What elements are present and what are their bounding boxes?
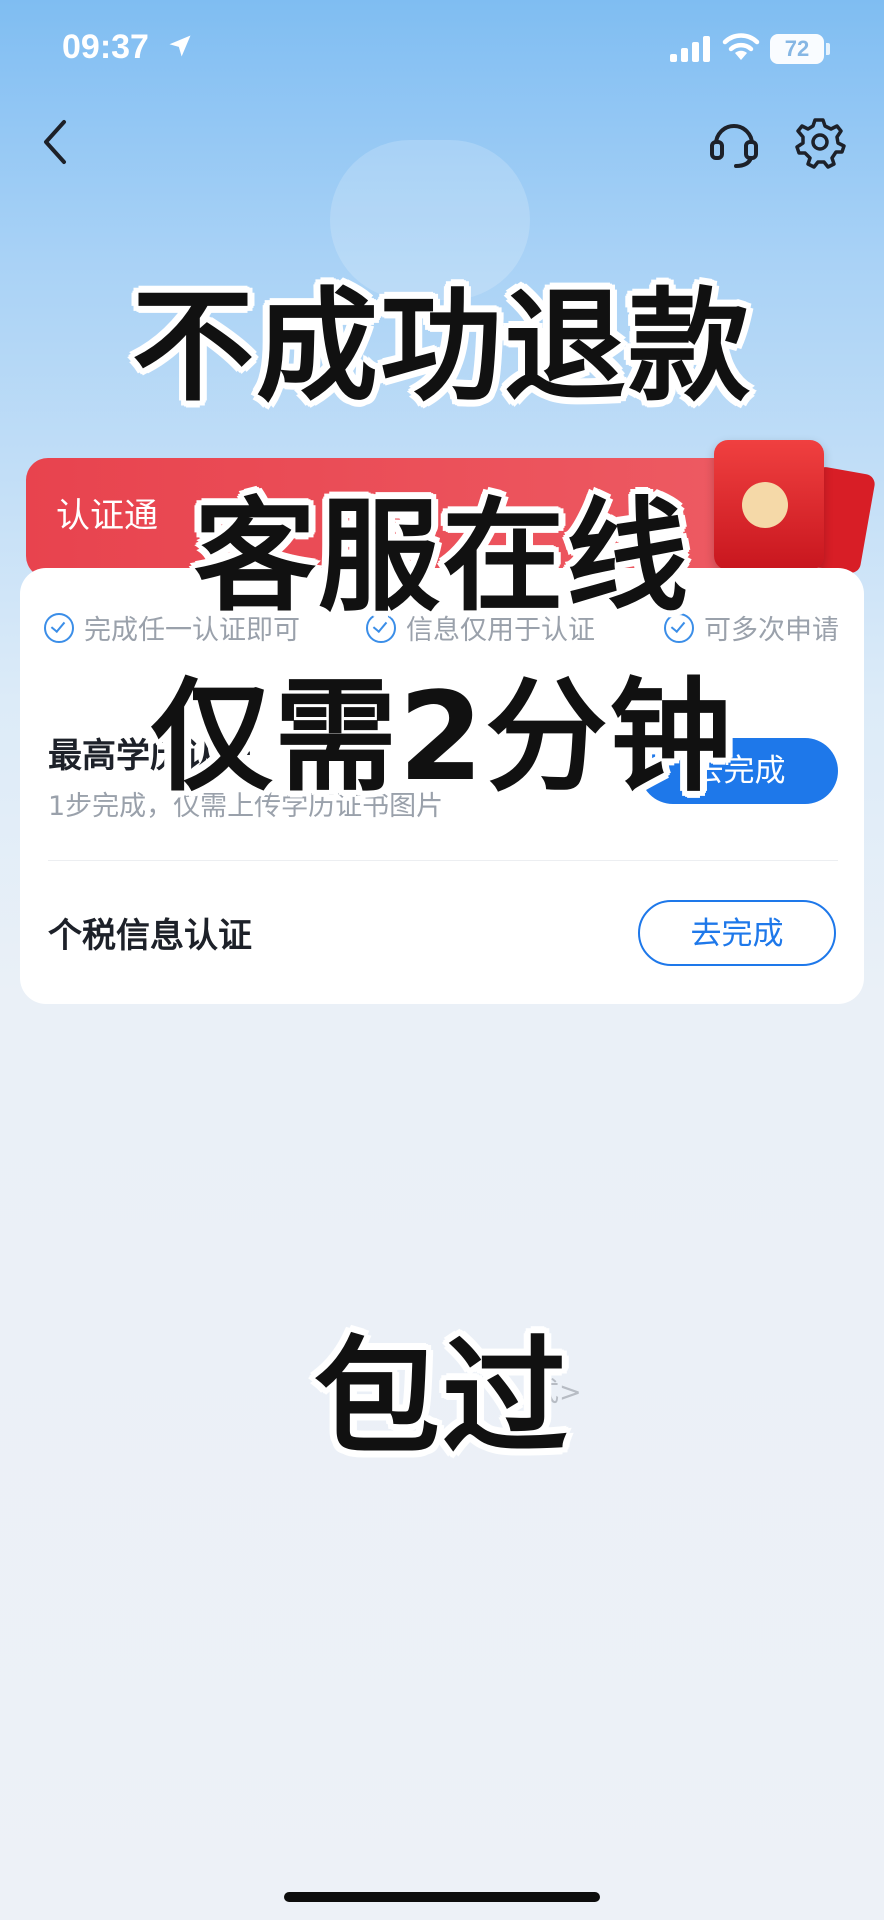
overlay-text-guarantee: 包过 <box>314 1324 570 1471</box>
home-indicator[interactable] <box>284 1892 600 1902</box>
customer-service-icon[interactable] <box>706 114 762 170</box>
signal-icon <box>670 36 710 62</box>
overlay-text-service: 客服在线 <box>194 486 690 628</box>
status-bar: 09:37 72 <box>0 0 884 100</box>
tax-complete-button[interactable]: 去完成 <box>638 900 836 966</box>
status-time: 09:37 <box>62 28 149 66</box>
location-arrow-icon <box>169 35 191 57</box>
battery-indicator: 72 <box>770 34 824 64</box>
overlay-text-refund: 不成功退款 <box>132 276 752 418</box>
tax-verification-title: 个税信息认证 <box>48 916 252 956</box>
overlay-text-time: 仅需2分钟 <box>150 666 734 808</box>
battery-cap <box>826 43 830 55</box>
gear-icon[interactable] <box>790 114 846 170</box>
wifi-icon <box>722 33 760 60</box>
back-icon[interactable] <box>38 116 72 168</box>
divider <box>48 860 838 861</box>
